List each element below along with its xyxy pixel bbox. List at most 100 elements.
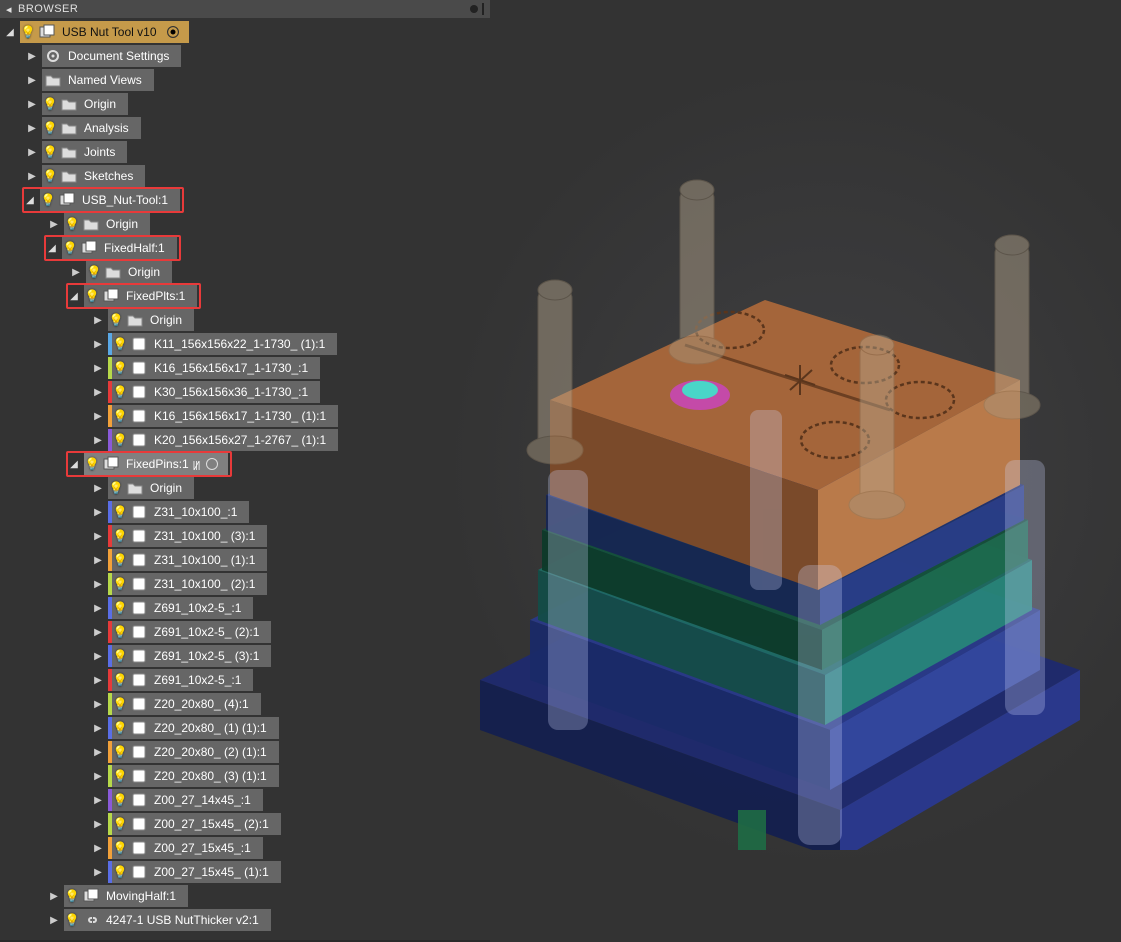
lightbulb-icon[interactable]: 💡 — [112, 525, 128, 547]
expand-icon[interactable] — [92, 554, 104, 566]
lightbulb-icon[interactable]: 💡 — [112, 813, 128, 835]
expand-icon[interactable] — [24, 194, 36, 206]
expand-icon[interactable] — [92, 722, 104, 734]
expand-icon[interactable] — [92, 410, 104, 422]
tree-item-body[interactable]: 💡 Z20_20x80_ (1) (1):1 — [108, 717, 279, 739]
expand-icon[interactable] — [92, 314, 104, 326]
lightbulb-icon[interactable]: 💡 — [112, 717, 128, 739]
tree-item-body[interactable]: 💡 Z691_10x2-5_ (2):1 — [108, 621, 271, 643]
tree-item-fixedplts[interactable]: 💡 FixedPlts:1 — [84, 285, 197, 307]
tree-item-origin[interactable]: 💡 Origin — [108, 477, 194, 499]
expand-icon[interactable] — [92, 842, 104, 854]
lightbulb-icon[interactable]: 💡 — [112, 333, 128, 355]
tree-item-origin[interactable]: 💡 Origin — [86, 261, 172, 283]
root-component[interactable]: 💡 USB Nut Tool v10 — [20, 21, 189, 43]
lightbulb-icon[interactable]: 💡 — [42, 141, 58, 163]
expand-icon[interactable] — [92, 578, 104, 590]
tree-item-fixedhalf[interactable]: 💡 FixedHalf:1 — [62, 237, 177, 259]
tree-item-body[interactable]: 💡 Z31_10x100_ (1):1 — [108, 549, 267, 571]
expand-icon[interactable] — [92, 770, 104, 782]
lightbulb-icon[interactable]: 💡 — [108, 309, 124, 331]
tree-item-body[interactable]: 💡 Z31_10x100_:1 — [108, 501, 249, 523]
tree-item-body[interactable]: 💡 K16_156x156x17_1-1730_:1 — [108, 357, 320, 379]
expand-icon[interactable] — [92, 338, 104, 350]
lightbulb-icon[interactable]: 💡 — [42, 93, 58, 115]
activate-radio-icon[interactable] — [206, 458, 218, 470]
tree-item-body[interactable]: 💡 Z691_10x2-5_:1 — [108, 597, 253, 619]
tree-item-body[interactable]: 💡 K20_156x156x27_1-2767_ (1):1 — [108, 429, 338, 451]
lightbulb-icon[interactable]: 💡 — [40, 189, 56, 211]
panel-collapse-icon[interactable]: ◂ — [4, 3, 14, 16]
expand-icon[interactable] — [92, 674, 104, 686]
expand-icon[interactable] — [48, 218, 60, 230]
tree-item-origin[interactable]: 💡 Origin — [64, 213, 150, 235]
expand-icon[interactable] — [92, 746, 104, 758]
tree-item-body[interactable]: 💡 Z00_27_15x45_ (1):1 — [108, 861, 281, 883]
lightbulb-icon[interactable]: 💡 — [112, 669, 128, 691]
lightbulb-icon[interactable]: 💡 — [86, 261, 102, 283]
tree-item-joints[interactable]: 💡 Joints — [42, 141, 127, 163]
expand-icon[interactable] — [26, 50, 38, 62]
tree-item-body[interactable]: 💡 K16_156x156x17_1-1730_ (1):1 — [108, 405, 338, 427]
lightbulb-icon[interactable]: 💡 — [84, 285, 100, 307]
lightbulb-icon[interactable]: 💡 — [112, 501, 128, 523]
lightbulb-icon[interactable]: 💡 — [64, 885, 80, 907]
lightbulb-icon[interactable]: 💡 — [112, 837, 128, 859]
lightbulb-icon[interactable]: 💡 — [112, 597, 128, 619]
expand-icon[interactable] — [48, 890, 60, 902]
tree-item-body[interactable]: 💡 K30_156x156x36_1-1730_:1 — [108, 381, 320, 403]
tree-item-named-views[interactable]: Named Views — [42, 69, 154, 91]
expand-icon[interactable] — [92, 794, 104, 806]
expand-icon[interactable] — [92, 482, 104, 494]
expand-icon[interactable] — [92, 650, 104, 662]
lightbulb-icon[interactable]: 💡 — [112, 573, 128, 595]
lightbulb-icon[interactable]: 💡 — [112, 381, 128, 403]
expand-icon[interactable] — [26, 98, 38, 110]
expand-icon[interactable] — [92, 434, 104, 446]
tree-item-fixedpins[interactable]: 💡 FixedPins:1 ꖦ — [84, 453, 228, 475]
lightbulb-icon[interactable]: 💡 — [42, 165, 58, 187]
expand-icon[interactable] — [92, 362, 104, 374]
expand-icon[interactable] — [68, 458, 80, 470]
lightbulb-icon[interactable]: 💡 — [108, 477, 124, 499]
lightbulb-icon[interactable]: 💡 — [20, 21, 36, 43]
expand-icon[interactable] — [4, 26, 16, 38]
lightbulb-icon[interactable]: 💡 — [112, 429, 128, 451]
lightbulb-icon[interactable]: 💡 — [112, 549, 128, 571]
tree-item-body[interactable]: 💡 Z31_10x100_ (3):1 — [108, 525, 267, 547]
tree-item-body[interactable]: 💡 Z31_10x100_ (2):1 — [108, 573, 267, 595]
expand-icon[interactable] — [68, 290, 80, 302]
tree-item-origin[interactable]: 💡 Origin — [42, 93, 128, 115]
tree-item-body[interactable]: 💡 Z691_10x2-5_:1 — [108, 669, 253, 691]
panel-minimize-icon[interactable] — [470, 5, 478, 13]
expand-icon[interactable] — [92, 866, 104, 878]
tree-item-movinghalf[interactable]: 💡 MovingHalf:1 — [64, 885, 188, 907]
tree-item-body[interactable]: 💡 Z00_27_15x45_:1 — [108, 837, 263, 859]
expand-icon[interactable] — [26, 122, 38, 134]
lightbulb-icon[interactable]: 💡 — [112, 765, 128, 787]
lightbulb-icon[interactable]: 💡 — [112, 741, 128, 763]
lightbulb-icon[interactable]: 💡 — [112, 861, 128, 883]
tree-item-analysis[interactable]: 💡 Analysis — [42, 117, 141, 139]
lightbulb-icon[interactable]: 💡 — [84, 453, 100, 475]
tree-item-sketches[interactable]: 💡 Sketches — [42, 165, 145, 187]
expand-icon[interactable] — [26, 146, 38, 158]
tree-item-body[interactable]: 💡 K11_156x156x22_1-1730_ (1):1 — [108, 333, 337, 355]
expand-icon[interactable] — [92, 506, 104, 518]
lightbulb-icon[interactable]: 💡 — [42, 117, 58, 139]
expand-icon[interactable] — [92, 818, 104, 830]
panel-dock-icon[interactable] — [482, 3, 484, 15]
expand-icon[interactable] — [26, 170, 38, 182]
tree-item-body[interactable]: 💡 Z20_20x80_ (4):1 — [108, 693, 261, 715]
lightbulb-icon[interactable]: 💡 — [64, 213, 80, 235]
tree-item-body[interactable]: 💡 Z00_27_14x45_:1 — [108, 789, 263, 811]
tree-item-body[interactable]: 💡 Z691_10x2-5_ (3):1 — [108, 645, 271, 667]
expand-icon[interactable] — [48, 914, 60, 926]
tree-item-body[interactable]: 💡 Z20_20x80_ (3) (1):1 — [108, 765, 279, 787]
lightbulb-icon[interactable]: 💡 — [112, 645, 128, 667]
expand-icon[interactable] — [26, 74, 38, 86]
tree-item-body[interactable]: 💡 Z20_20x80_ (2) (1):1 — [108, 741, 279, 763]
expand-icon[interactable] — [70, 266, 82, 278]
expand-icon[interactable] — [92, 386, 104, 398]
lightbulb-icon[interactable]: 💡 — [112, 357, 128, 379]
